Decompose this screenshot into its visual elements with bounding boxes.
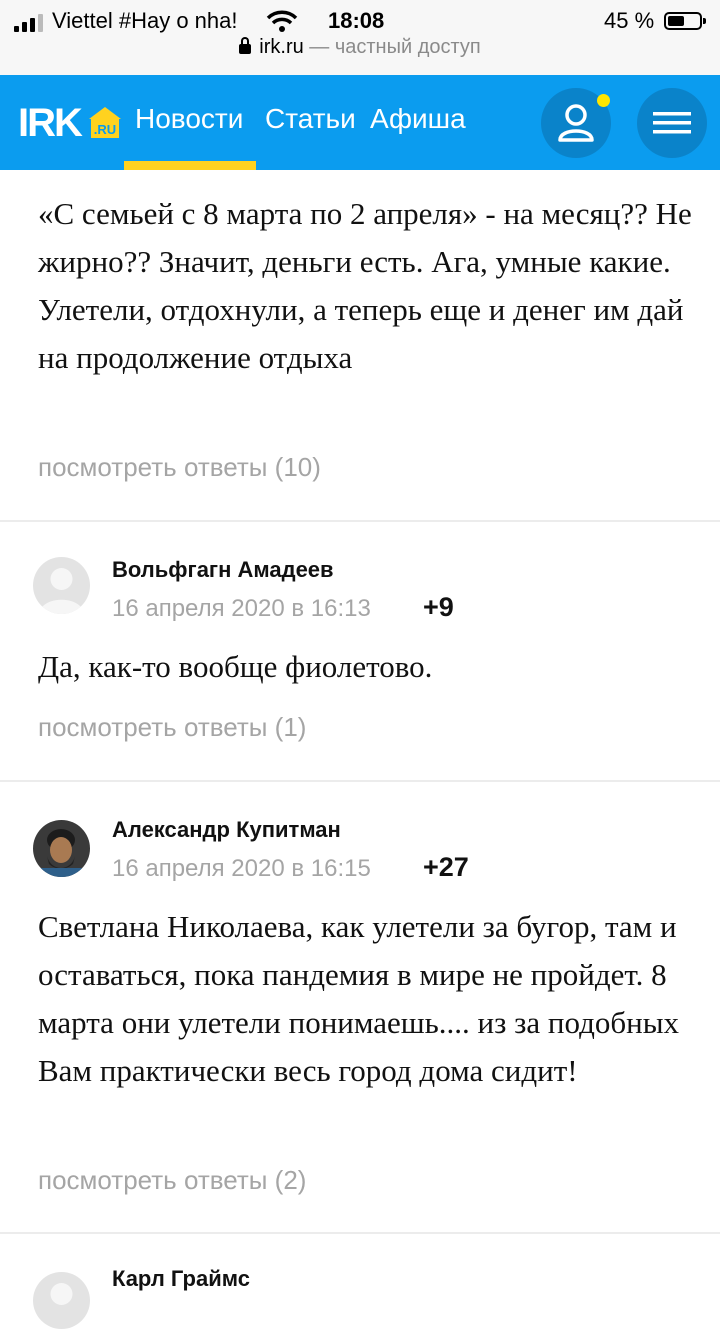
logo-house-icon: .RU bbox=[89, 107, 121, 138]
comment-author[interactable]: Карл Граймс bbox=[112, 1266, 250, 1292]
clock: 18:08 bbox=[328, 8, 385, 33]
divider bbox=[0, 520, 720, 522]
logo-sub-text: .RU bbox=[94, 122, 116, 137]
divider bbox=[0, 780, 720, 782]
menu-button[interactable] bbox=[637, 88, 707, 158]
carrier-name: Viettel #Hay o nha! bbox=[52, 8, 238, 33]
comment-author[interactable]: Александр Купитман bbox=[112, 817, 341, 843]
view-replies-link[interactable]: посмотреть ответы (10) bbox=[38, 452, 321, 483]
view-replies-link[interactable]: посмотреть ответы (2) bbox=[38, 1165, 306, 1196]
comment-score: +9 bbox=[423, 592, 454, 622]
comment-score: +27 bbox=[423, 852, 469, 882]
comment-date: 16 апреля 2020 в 16:15 bbox=[112, 855, 371, 882]
battery-percent: 45 % bbox=[604, 8, 655, 33]
battery-icon bbox=[664, 12, 706, 30]
nav-link-news[interactable]: Новости bbox=[135, 103, 243, 135]
comment-date: 16 апреля 2020 в 16:13 bbox=[112, 595, 371, 622]
view-replies-link[interactable]: посмотреть ответы (1) bbox=[38, 712, 306, 743]
status-bar: Viettel #Hay o nha! 18:08 45 % irk.ru — … bbox=[0, 0, 720, 75]
comment-text: Светлана Николаева, как улетели за бугор… bbox=[38, 909, 680, 1088]
active-tab-indicator bbox=[124, 161, 256, 170]
url-domain: irk.ru bbox=[259, 36, 304, 58]
user-photo-avatar bbox=[33, 820, 90, 877]
nav-link-events[interactable]: Афиша bbox=[370, 103, 466, 135]
avatar[interactable] bbox=[33, 1272, 90, 1329]
wifi-icon bbox=[266, 10, 298, 32]
lock-icon bbox=[239, 37, 252, 54]
default-avatar-icon bbox=[33, 557, 90, 614]
avatar[interactable] bbox=[33, 820, 90, 877]
logo-text: IRK bbox=[18, 101, 83, 145]
signal-icon bbox=[14, 14, 46, 32]
nav-link-articles[interactable]: Статьи bbox=[265, 103, 356, 135]
avatar[interactable] bbox=[33, 557, 90, 614]
url-bar[interactable]: irk.ru — частный доступ bbox=[0, 36, 720, 68]
url-subtitle: — частный доступ bbox=[303, 36, 481, 58]
comment-text: Да, как-то вообще фиолетово. bbox=[38, 649, 433, 684]
divider bbox=[0, 1232, 720, 1234]
hamburger-icon bbox=[653, 112, 691, 134]
notification-dot bbox=[597, 94, 610, 107]
comment-author[interactable]: Вольфгагн Амадеев bbox=[112, 557, 334, 583]
default-avatar-icon bbox=[33, 1272, 90, 1329]
site-header: IRK .RU Новости Статьи Афиша bbox=[0, 75, 720, 170]
comment-text: «С семьей с 8 марта по 2 апреля» - на ме… bbox=[38, 196, 692, 375]
